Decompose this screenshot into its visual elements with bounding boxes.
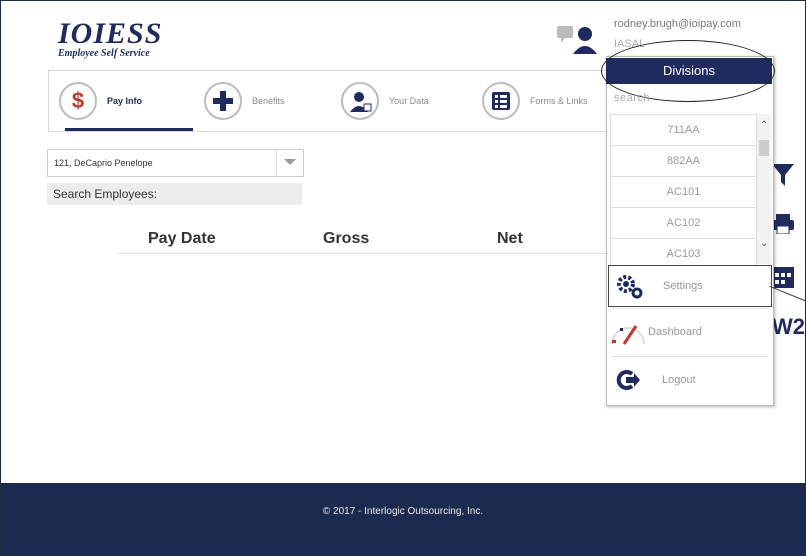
tab-label: Pay Info: [107, 96, 143, 106]
settings-label: Settings: [663, 280, 703, 292]
table-header-divider: [118, 253, 608, 254]
division-search-input[interactable]: search: [614, 92, 650, 104]
dashboard-menu-item[interactable]: Dashboard: [608, 312, 770, 352]
tab-pay-info[interactable]: $ Pay Info: [59, 71, 194, 131]
settings-menu-item[interactable]: Settings: [608, 265, 772, 307]
division-item[interactable]: 882AA: [610, 146, 757, 177]
logout-menu-item[interactable]: Logout: [608, 360, 770, 400]
list-icon: [482, 82, 520, 120]
dollar-icon: $: [59, 82, 97, 120]
employee-selected: 121, DeCaprio Penelope: [54, 158, 153, 168]
logout-label: Logout: [662, 374, 696, 386]
menu-divider: [612, 308, 767, 309]
logo-title: IOIESS: [58, 17, 163, 50]
employee-select[interactable]: 121, DeCaprio Penelope: [47, 149, 304, 177]
gauge-icon: [608, 314, 648, 350]
logo-subtitle: Employee Self Service: [58, 48, 150, 59]
chevron-down-icon[interactable]: [276, 150, 303, 176]
col-gross: Gross: [323, 230, 370, 247]
tab-label: Benefits: [252, 96, 285, 106]
footer: © 2017 - Interlogic Outsourcing, Inc.: [1, 483, 805, 555]
menu-divider: [612, 356, 767, 357]
user-email: rodney.brugh@ioipay.com: [614, 18, 741, 30]
filter-icon[interactable]: [772, 162, 794, 193]
division-item[interactable]: AC101: [610, 177, 757, 208]
division-item[interactable]: AC103: [610, 239, 757, 266]
division-list: 711AA 882AA AC101 AC102 AC103: [610, 114, 757, 266]
tab-label: Forms & Links: [530, 96, 588, 106]
search-employees[interactable]: Search Employees:: [47, 183, 302, 205]
col-pay-date: Pay Date: [148, 230, 216, 247]
division-item[interactable]: 711AA: [610, 114, 757, 146]
dashboard-label: Dashboard: [648, 326, 702, 338]
footer-copyright: © 2017 - Interlogic Outsourcing, Inc.: [322, 506, 484, 517]
w2-icon[interactable]: W2: [772, 314, 805, 340]
tab-forms-links[interactable]: Forms & Links: [482, 71, 588, 131]
logo[interactable]: IOIESS Employee Self Service: [58, 17, 163, 60]
logout-icon: [608, 369, 648, 391]
division-item[interactable]: AC102: [610, 208, 757, 239]
scroll-thumb[interactable]: [759, 140, 769, 156]
plus-icon: [204, 82, 242, 120]
tab-your-data[interactable]: Your Data: [341, 71, 429, 131]
printer-icon[interactable]: [772, 214, 794, 239]
gears-icon: [609, 273, 649, 299]
chat-user-icon[interactable]: [557, 24, 601, 59]
main-nav: $ Pay Info Benefits Your Data Forms & Li…: [48, 70, 610, 132]
chevron-down-icon[interactable]: ⌄: [760, 238, 768, 249]
chevron-up-icon[interactable]: ⌃: [760, 120, 768, 131]
tab-label: Your Data: [389, 96, 429, 106]
division-scrollbar[interactable]: ⌃ ⌄: [757, 114, 771, 264]
user-chart-icon: [341, 82, 379, 120]
tab-benefits[interactable]: Benefits: [204, 71, 285, 131]
search-employees-label: Search Employees:: [53, 187, 158, 201]
col-net: Net: [497, 230, 523, 247]
